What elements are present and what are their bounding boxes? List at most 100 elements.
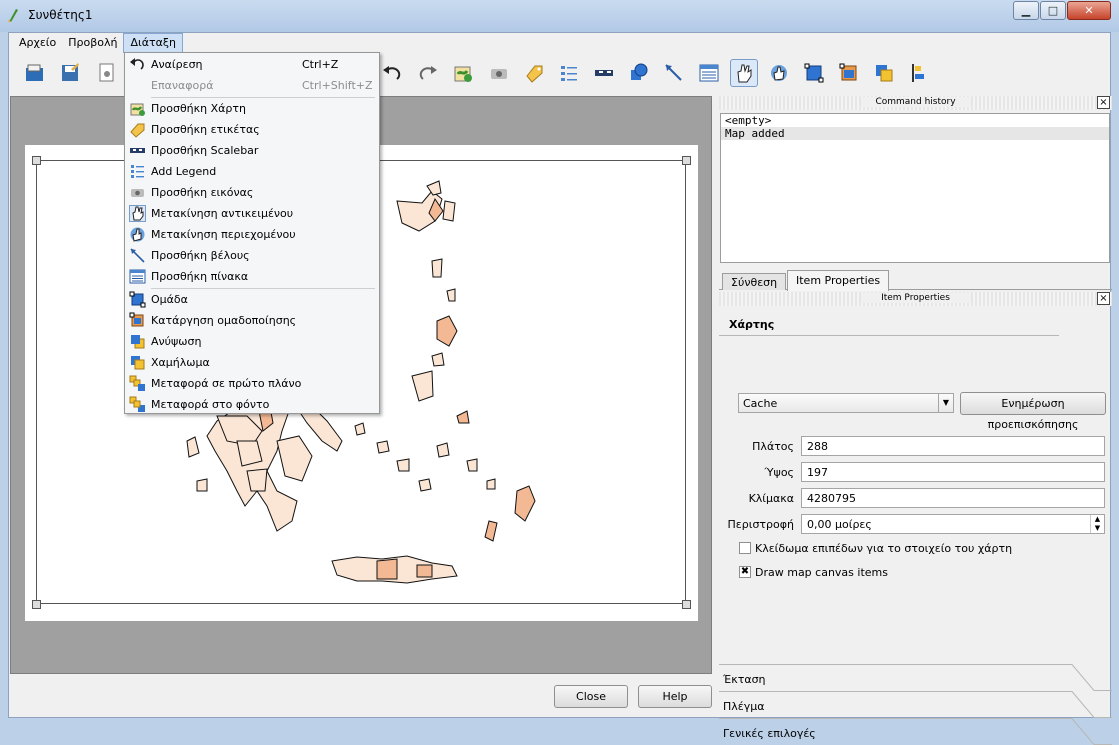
maximize-button[interactable]: □ bbox=[1040, 1, 1066, 20]
open-template-icon[interactable] bbox=[21, 59, 49, 87]
height-row: Ύψος 197 bbox=[719, 462, 1112, 484]
right-dock: Command history × <empty> Map added Σύνθ… bbox=[719, 96, 1112, 745]
resize-handle-top-left[interactable] bbox=[32, 156, 41, 165]
menu-item-bring-to-front[interactable]: Μεταφορά σε πρώτο πλάνο bbox=[126, 373, 378, 394]
list-item[interactable]: Map added bbox=[721, 127, 1109, 140]
close-dock-icon[interactable]: × bbox=[1097, 96, 1110, 109]
raise-items-icon[interactable] bbox=[870, 59, 898, 87]
close-dock-icon[interactable]: × bbox=[1097, 292, 1110, 305]
add-image-icon[interactable] bbox=[485, 59, 513, 87]
rotation-spinbox[interactable]: 0,00 μοίρες ▲ ▼ bbox=[801, 514, 1105, 534]
resize-handle-top-right[interactable] bbox=[682, 156, 691, 165]
align-items-icon[interactable] bbox=[905, 59, 933, 87]
rotation-value: 0,00 μοίρες bbox=[807, 518, 872, 531]
menu-item-send-to-back[interactable]: Μεταφορά στο φόντο bbox=[126, 394, 378, 415]
select-move-item-icon[interactable] bbox=[730, 59, 758, 87]
draw-canvas-items-label: Draw map canvas items bbox=[755, 566, 888, 579]
command-history-list[interactable]: <empty> Map added bbox=[720, 113, 1110, 263]
menu-item-group[interactable]: Ομάδα bbox=[126, 289, 378, 310]
add-scalebar-icon bbox=[130, 148, 145, 153]
group-items-icon bbox=[129, 291, 146, 308]
add-table-icon[interactable] bbox=[695, 59, 723, 87]
move-item-content-icon[interactable] bbox=[765, 59, 793, 87]
menu-item-label: Προσθήκη ετικέτας bbox=[151, 123, 260, 136]
menu-item-raise[interactable]: Ανύψωση bbox=[126, 331, 378, 352]
move-item-content-icon bbox=[130, 227, 145, 242]
add-shape-icon[interactable] bbox=[625, 59, 653, 87]
menu-item-label: Ανύψωση bbox=[151, 335, 202, 348]
update-preview-button[interactable]: Ενημέρωση προεπισκόπησης bbox=[960, 392, 1106, 431]
add-label-icon[interactable] bbox=[520, 59, 548, 87]
add-map-icon[interactable] bbox=[449, 59, 477, 87]
menu-item-label: Προσθήκη πίνακα bbox=[151, 270, 249, 283]
add-arrow-icon[interactable] bbox=[660, 59, 688, 87]
width-field[interactable]: 288 bbox=[801, 436, 1105, 456]
tab-item-properties[interactable]: Item Properties bbox=[787, 270, 890, 291]
add-table-icon bbox=[129, 269, 146, 284]
menu-item-add-legend[interactable]: Add Legend bbox=[126, 161, 378, 182]
map-section-header[interactable]: Χάρτης bbox=[719, 310, 1112, 336]
grid-section-header[interactable]: Πλέγμα bbox=[719, 691, 1112, 718]
tab-composition[interactable]: Σύνθεση bbox=[722, 273, 787, 290]
help-button[interactable]: Help bbox=[638, 685, 712, 708]
menu-item-label: Ομάδα bbox=[151, 293, 188, 306]
resize-handle-bottom-right[interactable] bbox=[682, 600, 691, 609]
menu-item-add-label[interactable]: Προσθήκη ετικέτας bbox=[126, 119, 378, 140]
extent-label: Έκταση bbox=[723, 673, 766, 686]
add-scalebar-icon[interactable] bbox=[590, 59, 618, 87]
menu-item-move-content[interactable]: Μετακίνηση περιεχομένου bbox=[126, 224, 378, 245]
close-window-button[interactable]: ✕ bbox=[1067, 1, 1111, 20]
close-button[interactable]: Close bbox=[554, 685, 628, 708]
extent-section-header[interactable]: Έκταση bbox=[719, 664, 1112, 691]
menu-item-label: Μετακίνηση περιεχομένου bbox=[151, 228, 296, 241]
general-options-section-header[interactable]: Γενικές επιλογές bbox=[719, 718, 1112, 745]
menu-item-ungroup[interactable]: Κατάργηση ομαδοποίησης bbox=[126, 310, 378, 331]
move-to-bottom-icon bbox=[129, 396, 145, 412]
scale-label: Κλίμακα bbox=[748, 492, 794, 505]
menu-item-label: Προσθήκη Scalebar bbox=[151, 144, 259, 157]
minimize-button[interactable]: ▁ bbox=[1013, 1, 1039, 20]
height-field[interactable]: 197 bbox=[801, 462, 1105, 482]
preview-mode-select[interactable]: Cache ▼ bbox=[738, 393, 954, 413]
undo-icon bbox=[130, 58, 144, 70]
menu-layout[interactable]: Διάταξη bbox=[123, 33, 183, 53]
menu-item-add-arrow[interactable]: Προσθήκη βέλους bbox=[126, 245, 378, 266]
menu-item-add-image[interactable]: Προσθήκη εικόνας bbox=[126, 182, 378, 203]
add-map-icon bbox=[130, 103, 145, 116]
menu-item-shortcut: Ctrl+Z bbox=[302, 58, 339, 71]
menu-item-add-table[interactable]: Προσθήκη πίνακα bbox=[126, 266, 378, 287]
menu-item-label: Χαμήλωμα bbox=[151, 356, 210, 369]
move-to-top-icon bbox=[129, 375, 145, 391]
new-composer-icon[interactable] bbox=[93, 59, 121, 87]
height-label: Ύψος bbox=[764, 466, 794, 479]
menu-item-add-map[interactable]: Προσθήκη Χάρτη bbox=[126, 98, 378, 119]
spin-arrows-icon[interactable]: ▲ ▼ bbox=[1090, 515, 1104, 533]
menu-item-shortcut: Ctrl+Shift+Z bbox=[302, 79, 373, 92]
checkbox-unchecked[interactable] bbox=[739, 542, 751, 554]
list-item[interactable]: <empty> bbox=[721, 114, 1109, 127]
menu-item-move-item[interactable]: Μετακίνηση αντικειμένου bbox=[126, 203, 378, 224]
scale-field[interactable]: 4280795 bbox=[801, 488, 1105, 508]
add-legend-icon[interactable] bbox=[555, 59, 583, 87]
undo-icon[interactable] bbox=[378, 59, 406, 87]
menu-bar: Αρχείο Προβολή Διάταξη bbox=[9, 33, 1110, 53]
menu-item-redo[interactable]: Επαναφορά Ctrl+Shift+Z bbox=[126, 75, 378, 96]
save-template-icon[interactable] bbox=[56, 59, 84, 87]
chevron-down-icon: ▼ bbox=[938, 394, 953, 412]
resize-handle-bottom-left[interactable] bbox=[32, 600, 41, 609]
menu-file[interactable]: Αρχείο bbox=[13, 33, 62, 53]
menu-item-label: Αναίρεση bbox=[151, 58, 203, 71]
checkbox-checked[interactable]: ✖ bbox=[739, 566, 751, 578]
ungroup-items-icon[interactable] bbox=[835, 59, 863, 87]
menu-item-undo[interactable]: Αναίρεση Ctrl+Z bbox=[126, 54, 378, 75]
menu-item-add-scalebar[interactable]: Προσθήκη Scalebar bbox=[126, 140, 378, 161]
lower-items-icon bbox=[131, 356, 145, 370]
menu-item-label: Μεταφορά σε πρώτο πλάνο bbox=[151, 377, 302, 390]
menu-item-label: Επαναφορά bbox=[151, 79, 214, 92]
menu-item-label: Μετακίνηση αντικειμένου bbox=[151, 207, 294, 220]
group-items-icon[interactable] bbox=[800, 59, 828, 87]
menu-view[interactable]: Προβολή bbox=[62, 33, 123, 53]
menu-item-lower[interactable]: Χαμήλωμα bbox=[126, 352, 378, 373]
add-arrow-icon bbox=[130, 248, 145, 263]
redo-icon[interactable] bbox=[414, 59, 442, 87]
